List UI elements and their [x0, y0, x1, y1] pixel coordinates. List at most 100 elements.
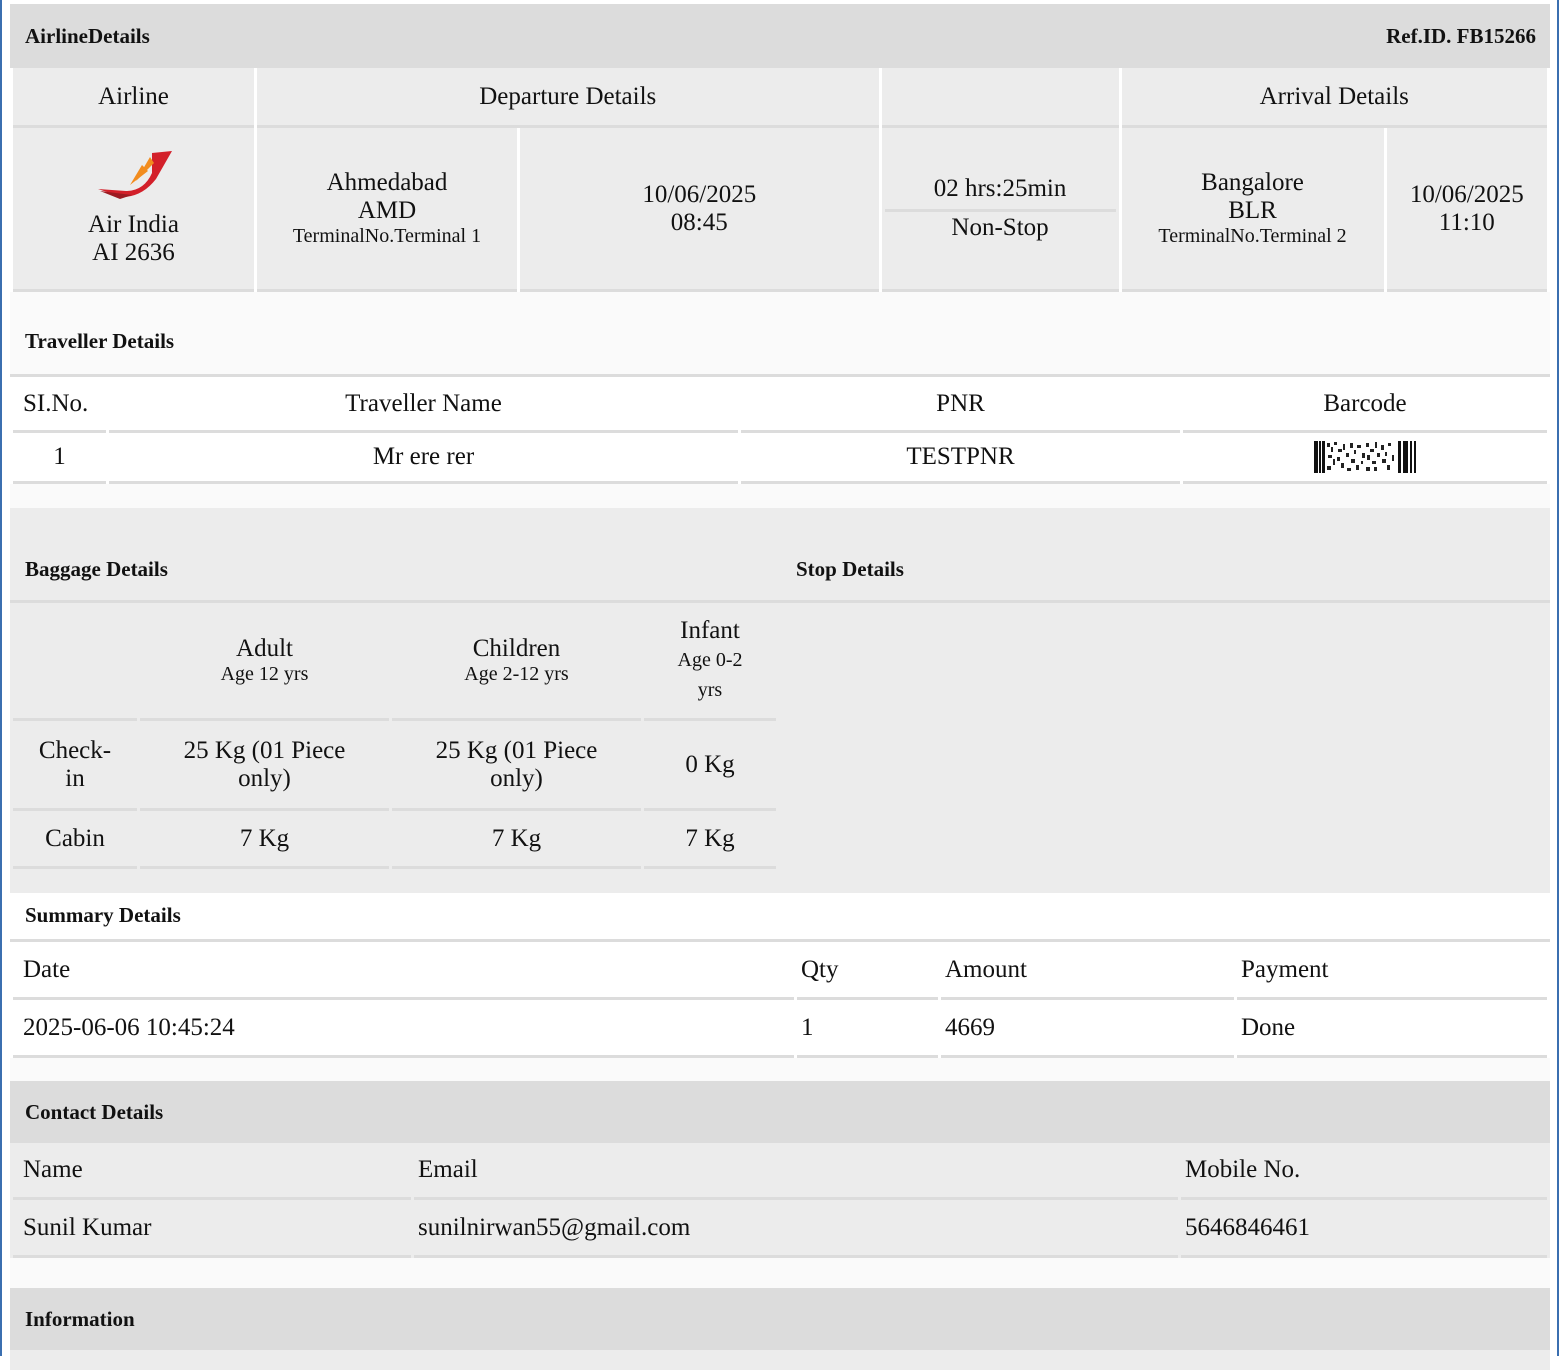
traveller-header-row: SI.No. Traveller Name PNR Barcode — [13, 377, 1547, 433]
summary-row: 2025-06-06 10:45:24 1 4669 Done — [13, 1000, 1547, 1058]
arrival-city: Bangalore — [1201, 169, 1304, 196]
sl-no-cell: 1 — [13, 433, 106, 484]
cabin-adult: 7 Kg — [140, 811, 389, 869]
arrival-date: 10/06/2025 — [1409, 180, 1524, 208]
arrival-terminal: TerminalNo.Terminal 2 — [1158, 225, 1347, 247]
children-label: Children — [472, 635, 561, 662]
sl-no-header: SI.No. — [13, 377, 106, 433]
flight-stops: Non-Stop — [951, 214, 1049, 241]
airline-details-title: AirlineDetails — [25, 23, 150, 48]
checkin-infant: 0 Kg — [644, 721, 776, 811]
stop-details-title: Stop Details — [796, 557, 904, 581]
infant-label: Infant — [680, 616, 740, 644]
payment-header: Payment — [1237, 942, 1547, 1000]
infant-age: Age 0-2 yrs — [677, 648, 743, 701]
cabin-label: Cabin — [13, 811, 137, 869]
arrival-code: BLR — [1228, 197, 1277, 224]
traveller-name-header: Traveller Name — [109, 377, 738, 433]
summary-table: Date Qty Amount Payment 2025-06-06 10:45… — [10, 942, 1550, 1058]
spacer — [10, 1258, 1550, 1288]
air-india-logo-icon — [97, 150, 172, 199]
pnr-header: PNR — [741, 377, 1180, 433]
infant-header: Infant Age 0-2 yrs — [644, 603, 776, 721]
adult-age: Age 12 yrs — [220, 663, 309, 685]
contact-row: Sunil Kumar sunilnirwan55@gmail.com 5646… — [13, 1200, 1547, 1258]
duration-col-header — [881, 68, 1119, 128]
arrival-time: 11:10 — [1438, 208, 1495, 236]
arrival-place-cell: Bangalore BLR TerminalNo.Terminal 2 — [1121, 128, 1384, 292]
baggage-header-row: Adult Age 12 yrs Children Age 2-12 yrs I… — [13, 603, 776, 721]
children-header: Children Age 2-12 yrs — [392, 603, 641, 721]
airline-table: Airline Departure Details Arrival Detail… — [10, 68, 1550, 292]
information-body — [10, 1350, 1550, 1370]
barcode-cell — [1183, 433, 1547, 484]
spacer — [10, 1058, 1550, 1081]
airline-cell: Air India AI 2636 — [13, 128, 254, 292]
duration-cell: 02 hrs:25min Non-Stop — [881, 128, 1119, 292]
traveller-row: 1 Mr ere rer TESTPNR — [13, 433, 1547, 484]
summary-payment: Done — [1237, 1000, 1547, 1058]
spacer — [10, 484, 1550, 508]
adult-label: Adult — [236, 635, 293, 662]
traveller-details-title: Traveller Details — [25, 328, 175, 353]
pnr-cell: TESTPNR — [741, 433, 1180, 484]
departure-datetime-cell: 10/06/2025 08:45 — [520, 128, 879, 292]
adult-header: Adult Age 12 yrs — [140, 603, 389, 721]
contact-email-header: Email — [414, 1143, 1178, 1200]
contact-mobile-header: Mobile No. — [1181, 1143, 1547, 1200]
traveller-name-cell: Mr ere rer — [109, 433, 738, 484]
date-header: Date — [13, 942, 794, 1000]
baggage-table: Adult Age 12 yrs Children Age 2-12 yrs I… — [10, 603, 779, 869]
summary-qty: 1 — [797, 1000, 938, 1058]
cabin-row: Cabin 7 Kg 7 Kg 7 Kg — [13, 811, 776, 869]
cabin-infant: 7 Kg — [644, 811, 776, 869]
summary-amount: 4669 — [941, 1000, 1234, 1058]
flight-number: AI 2636 — [92, 238, 175, 266]
traveller-table: SI.No. Traveller Name PNR Barcode 1 Mr e… — [10, 377, 1550, 484]
ref-id: Ref.ID. FB15266 — [1386, 23, 1536, 48]
information-title: Information — [25, 1306, 135, 1331]
departure-place-cell: Ahmedabad AMD TerminalNo.Terminal 1 — [257, 128, 517, 292]
flight-duration: 02 hrs:25min — [884, 175, 1116, 212]
airline-header-row: Airline Departure Details Arrival Detail… — [13, 68, 1547, 128]
arrival-col-header: Arrival Details — [1121, 68, 1547, 128]
airline-name: Air India — [88, 210, 179, 238]
checkin-label: Check-in — [13, 721, 137, 811]
baggage-stop-section: Baggage Details Stop Details Adult Age 1… — [10, 508, 1550, 893]
baggage-stop-titles: Baggage Details Stop Details — [10, 508, 1550, 600]
contact-header-row: Name Email Mobile No. — [13, 1143, 1547, 1200]
departure-col-header: Departure Details — [257, 68, 879, 128]
qty-header: Qty — [797, 942, 938, 1000]
contact-details-title: Contact Details — [25, 1099, 164, 1124]
arrival-datetime-cell: 10/06/2025 11:10 — [1386, 128, 1547, 292]
amount-header: Amount — [941, 942, 1234, 1000]
information-header: Information — [10, 1288, 1550, 1350]
checkin-children: 25 Kg (01 Piece only) — [392, 721, 641, 811]
departure-date: 10/06/2025 — [642, 180, 757, 208]
departure-code: AMD — [357, 197, 417, 224]
airline-details-header: AirlineDetails Ref.ID. FB15266 — [10, 4, 1550, 68]
ticket-container: AirlineDetails Ref.ID. FB15266 Airline D… — [10, 4, 1550, 1370]
barcode-icon — [1314, 441, 1416, 473]
departure-city: Ahmedabad — [326, 169, 448, 196]
traveller-details-header: Traveller Details — [10, 292, 1550, 374]
summary-date: 2025-06-06 10:45:24 — [13, 1000, 794, 1058]
departure-time: 08:45 — [670, 208, 728, 236]
airline-col-header: Airline — [13, 68, 254, 128]
baggage-details-title: Baggage Details — [25, 557, 168, 581]
barcode-header: Barcode — [1183, 377, 1547, 433]
contact-name: Sunil Kumar — [13, 1200, 411, 1258]
checkin-adult: 25 Kg (01 Piece only) — [140, 721, 389, 811]
baggage-corner-cell — [13, 603, 137, 721]
contact-mobile: 5646846461 — [1181, 1200, 1547, 1258]
cabin-children: 7 Kg — [392, 811, 641, 869]
summary-details-title: Summary Details — [25, 902, 181, 927]
contact-table: Name Email Mobile No. Sunil Kumar suniln… — [10, 1143, 1550, 1258]
contact-name-header: Name — [13, 1143, 411, 1200]
summary-details-header: Summary Details — [10, 893, 1550, 939]
contact-details-header: Contact Details — [10, 1081, 1550, 1143]
contact-email[interactable]: sunilnirwan55@gmail.com — [414, 1200, 1178, 1258]
flight-row: Air India AI 2636 Ahmedabad AMD Terminal… — [13, 128, 1547, 292]
checkin-row: Check-in 25 Kg (01 Piece only) 25 Kg (01… — [13, 721, 776, 811]
summary-header-row: Date Qty Amount Payment — [13, 942, 1547, 1000]
